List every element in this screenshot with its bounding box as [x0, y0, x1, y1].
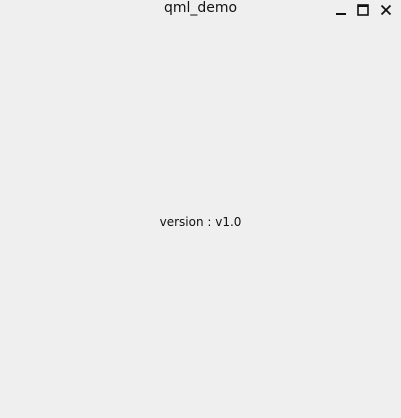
minimize-button[interactable]: [333, 2, 349, 18]
close-button[interactable]: [378, 2, 394, 18]
title-bar[interactable]: qml_demo: [0, 0, 401, 18]
main-content: version : v1.0: [0, 18, 401, 418]
version-label: version : v1.0: [159, 215, 242, 229]
app-window: qml_demo version : v1.0: [0, 0, 401, 418]
minimize-icon: [336, 13, 346, 15]
maximize-button[interactable]: [355, 2, 371, 18]
maximize-icon: [357, 4, 369, 16]
close-icon: [380, 4, 392, 16]
